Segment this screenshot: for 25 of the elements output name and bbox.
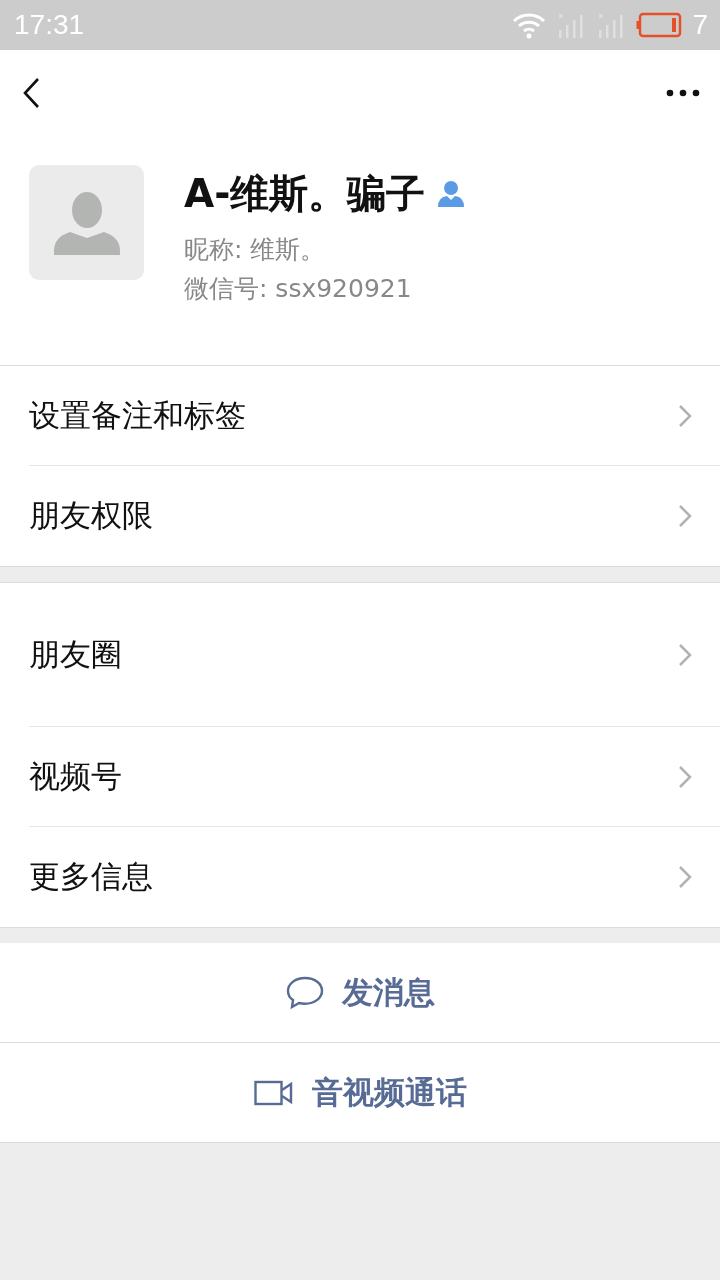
- chevron-icon: [678, 403, 692, 428]
- row-label: 朋友权限: [29, 496, 153, 535]
- wechat-id: 微信号: ssx920921: [184, 273, 413, 305]
- nickname: 昵称: 维斯。: [184, 234, 327, 266]
- chevron-icon: [678, 642, 692, 667]
- chevron-icon: [678, 504, 692, 528]
- back-icon: [22, 77, 40, 109]
- contact-name: A-维斯。骗子: [184, 170, 426, 218]
- more-button[interactable]: [666, 89, 700, 97]
- video-camera-icon: [253, 1079, 294, 1106]
- person-icon: [437, 180, 466, 208]
- row-label: 视频号: [29, 756, 122, 796]
- person-silhouette-icon: [53, 190, 120, 255]
- chat-bubble-icon: [285, 975, 324, 1010]
- battery-icon: [636, 12, 683, 38]
- action-button[interactable]: 音视频通话: [0, 1043, 720, 1143]
- more-icon: [666, 89, 700, 97]
- wifi-icon: [512, 11, 547, 39]
- row-label: 设置备注和标签: [29, 395, 246, 435]
- chevron-icon: [678, 764, 692, 789]
- back-button[interactable]: [22, 77, 40, 109]
- row-label: 更多信息: [29, 857, 153, 896]
- action-button[interactable]: 发消息: [0, 943, 720, 1043]
- row-label: 朋友圈: [29, 634, 122, 674]
- chevron-icon: [678, 865, 692, 889]
